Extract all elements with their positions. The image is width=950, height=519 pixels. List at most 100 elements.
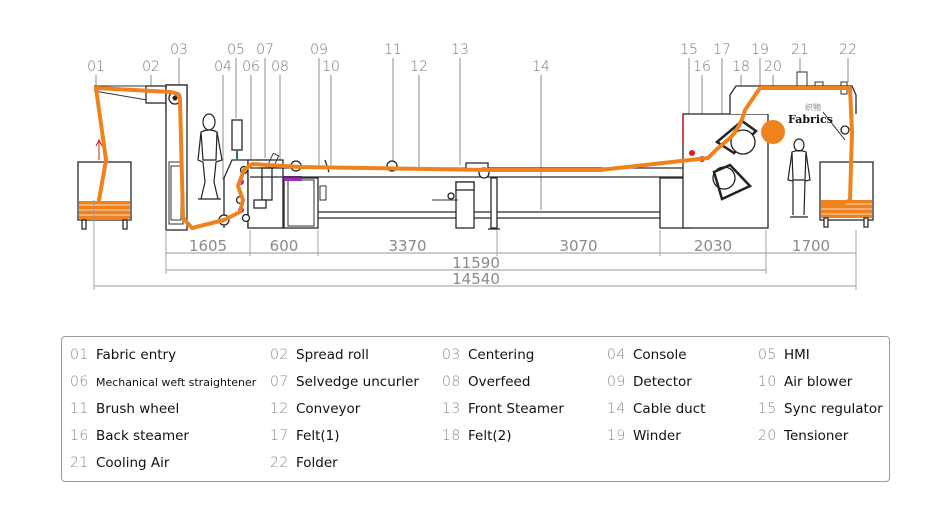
legend-number: 19	[607, 428, 626, 444]
callout-number: 08	[271, 59, 289, 75]
callout-number: 09	[310, 42, 328, 58]
legend-number: 06	[70, 374, 89, 390]
legend-item: 13 Front Steamer	[442, 401, 564, 417]
legend-item: 12 Conveyor	[270, 401, 360, 417]
legend-number: 13	[442, 401, 461, 417]
operator-figure	[197, 113, 223, 200]
callout-number: 05	[227, 42, 245, 58]
legend-number: 12	[270, 401, 289, 417]
legend-label: Felt(1)	[296, 428, 340, 444]
legend-label: Winder	[633, 428, 681, 444]
legend-number: 15	[758, 401, 777, 417]
callout-number: 18	[732, 59, 750, 75]
legend-number: 11	[70, 401, 89, 417]
legend-item: 03 Centering	[442, 347, 534, 363]
callout-number: 03	[170, 42, 188, 58]
legend-item: 11 Brush wheel	[70, 401, 179, 417]
legend-label: Back steamer	[96, 428, 189, 444]
folder-cart	[819, 125, 874, 228]
legend-number: 08	[442, 374, 461, 390]
legend-number: 05	[758, 347, 777, 363]
legend-number: 03	[442, 347, 461, 363]
legend-label: Selvedge uncurler	[296, 374, 419, 390]
legend-item: 22 Folder	[270, 455, 338, 471]
dimension-label: 3370	[388, 237, 426, 255]
legend-label: Felt(2)	[468, 428, 512, 444]
legend-number: 22	[270, 455, 289, 471]
legend-label: Brush wheel	[96, 401, 180, 417]
legend-box: 01 Fabric entry 02 Spread roll 03 Centering 04…	[61, 336, 890, 482]
legend-number: 17	[270, 428, 289, 444]
legend-label: Mechanical weft straightener	[96, 376, 257, 389]
fabrics-label-cn: 织物	[805, 102, 821, 112]
legend-item: 20 Tensioner	[758, 428, 848, 444]
legend-item: 18 Felt(2)	[442, 428, 512, 444]
cable-duct	[495, 167, 691, 229]
callout-number: 16	[693, 59, 711, 75]
callout-number: 10	[322, 59, 340, 75]
fabrics-label-en: Fabrics	[788, 113, 833, 126]
legend-number: 04	[607, 347, 626, 363]
legend-number: 21	[70, 455, 89, 471]
fabric-entry-arrow-icon	[95, 138, 103, 160]
legend-item: 09 Detector	[607, 374, 692, 390]
legend-item: 16 Back steamer	[70, 428, 189, 444]
legend-item: 01 Fabric entry	[70, 347, 176, 363]
legend-label: Detector	[633, 374, 692, 390]
legend-label: Fabric entry	[96, 347, 177, 363]
callout-number: 13	[451, 42, 469, 58]
legend-label: Folder	[296, 455, 338, 471]
legend-label: Console	[633, 347, 687, 363]
callout-number: 19	[751, 42, 769, 58]
legend-number: 16	[70, 428, 89, 444]
legend-number: 09	[607, 374, 626, 390]
legend-item: 05 HMI	[758, 347, 810, 363]
legend-label: Tensioner	[784, 428, 849, 444]
legend-label: Cable duct	[633, 401, 706, 417]
dimension-label: 600	[270, 237, 299, 255]
callout-number: 12	[410, 59, 428, 75]
legend-number: 07	[270, 374, 289, 390]
legend-item: 08 Overfeed	[442, 374, 530, 390]
callout-number: 14	[532, 59, 550, 75]
legend-item: 07 Selvedge uncurler	[270, 374, 419, 390]
callout-number: 15	[680, 42, 698, 58]
callout-number: 21	[791, 42, 809, 58]
callout-number: 22	[839, 42, 857, 58]
legend-item: 02 Spread roll	[270, 347, 369, 363]
callout-number: 01	[87, 59, 105, 75]
overfeed-unit	[283, 176, 327, 229]
legend-item: 21 Cooling Air	[70, 455, 169, 471]
dimension-label: 3070	[559, 237, 597, 255]
legend-number: 02	[270, 347, 289, 363]
legend-label: Conveyor	[296, 401, 361, 417]
legend-item: 06 Mechanical weft straightener	[70, 374, 256, 390]
callout-number: 11	[384, 42, 402, 58]
callout-number: 17	[713, 42, 731, 58]
callout-number: 20	[764, 59, 782, 75]
legend-label: Spread roll	[296, 347, 369, 363]
callout-number: 07	[256, 42, 274, 58]
dimension-label: 2030	[694, 237, 732, 255]
legend-item: 17 Felt(1)	[270, 428, 340, 444]
operator-figure-right	[787, 138, 811, 218]
legend-item: 14 Cable duct	[607, 401, 705, 417]
legend-number: 01	[70, 347, 89, 363]
legend-item: 15 Sync regulator	[758, 401, 883, 417]
dimension-label: 1605	[189, 237, 227, 255]
callout-number: 02	[142, 59, 160, 75]
legend-label: Air blower	[784, 374, 853, 390]
front-steamer	[432, 162, 500, 230]
legend-item: 04 Console	[607, 347, 687, 363]
machine-diagram: 01 02030405060708091011121314151617181920…	[77, 42, 874, 290]
legend-label: Sync regulator	[784, 401, 883, 417]
legend-number: 18	[442, 428, 461, 444]
legend-label: Centering	[468, 347, 535, 363]
callout-number: 04	[214, 59, 232, 75]
legend-item: 10 Air blower	[758, 374, 852, 390]
legend-item: 19 Winder	[607, 428, 681, 444]
legend-label: Overfeed	[468, 374, 531, 390]
dimension-label: 1700	[792, 237, 830, 255]
legend-label: HMI	[784, 347, 810, 363]
dimension-label-total: 14540	[452, 270, 500, 288]
